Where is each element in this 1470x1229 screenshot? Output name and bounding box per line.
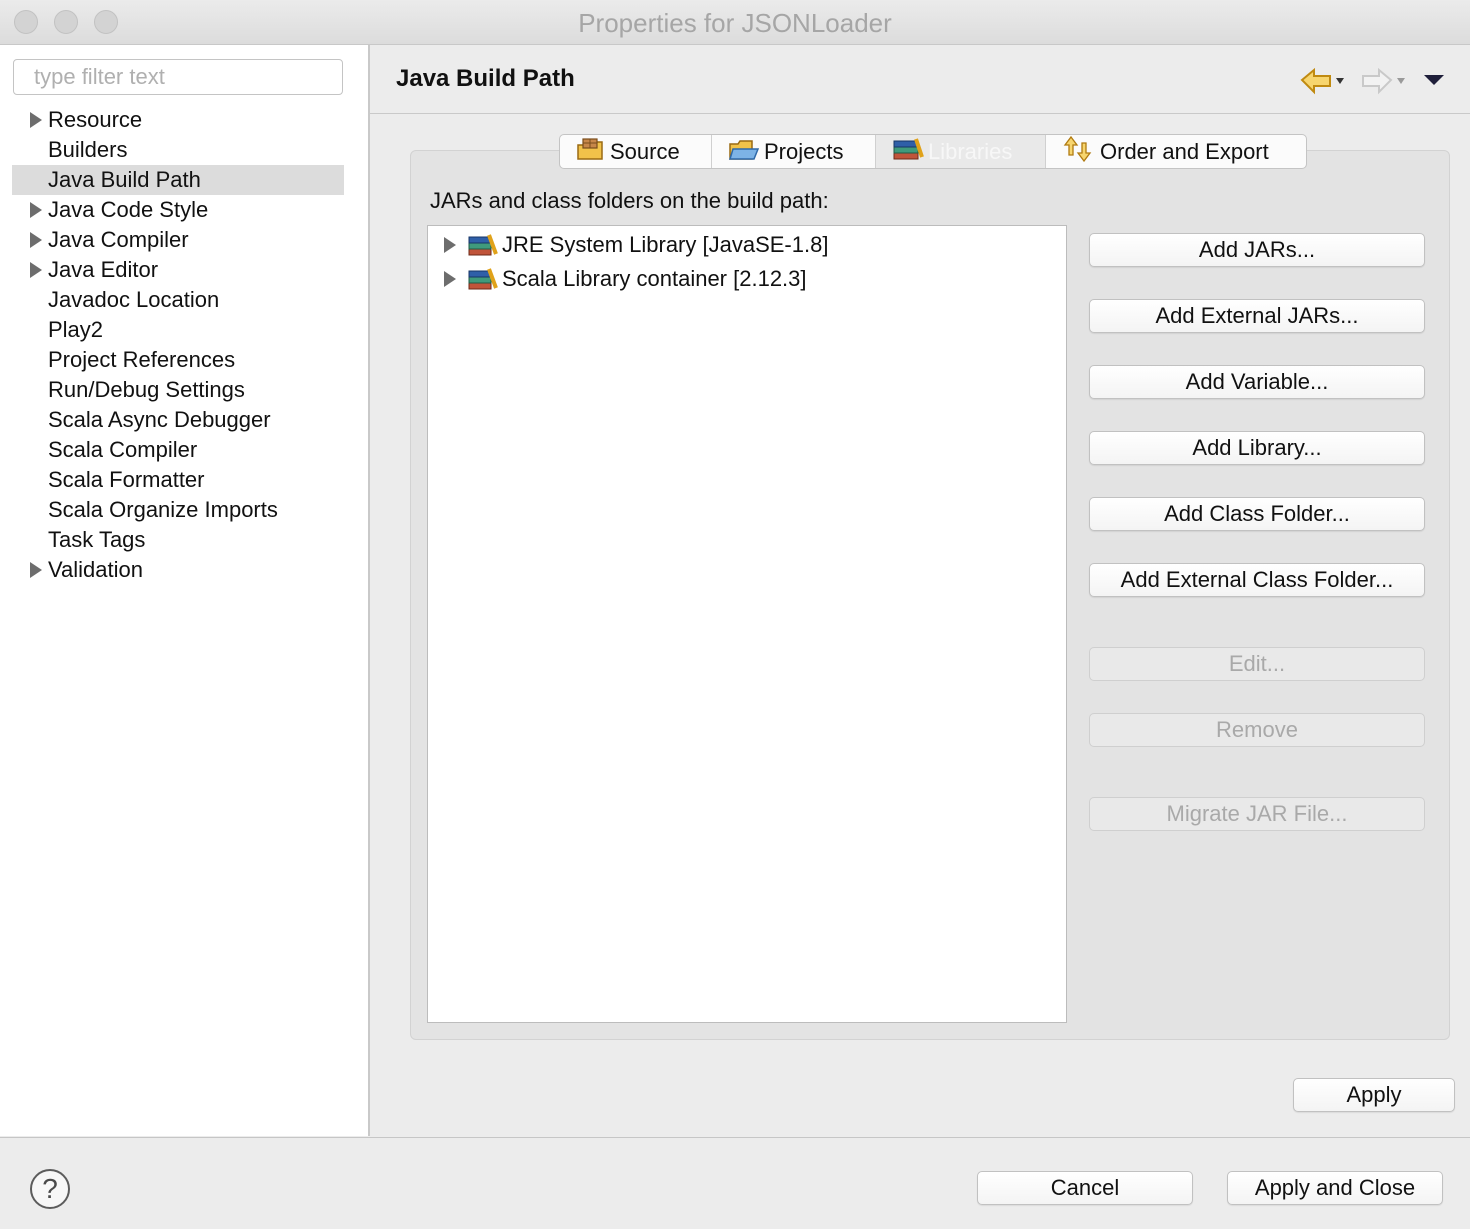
tab-projects[interactable]: Projects [712, 135, 876, 168]
tree-item-resource[interactable]: Resource [12, 105, 344, 135]
source-folder-icon [576, 137, 606, 167]
tree-item-scala-async-debugger[interactable]: Scala Async Debugger [12, 405, 344, 435]
filter-input[interactable]: type filter text [13, 59, 343, 95]
add-variable-button[interactable]: Add Variable... [1089, 365, 1425, 399]
expand-arrow-icon[interactable] [444, 271, 456, 287]
add-library-button[interactable]: Add Library... [1089, 431, 1425, 465]
tree-item-scala-organize-imports[interactable]: Scala Organize Imports [12, 495, 344, 525]
migrate-jar-button[interactable]: Migrate JAR File... [1089, 797, 1425, 831]
forward-arrow-icon[interactable] [1362, 67, 1393, 95]
tab-order-and-export[interactable]: Order and Export [1046, 135, 1306, 168]
tree-item-java-editor[interactable]: Java Editor [12, 255, 344, 285]
tree-item-label: Java Editor [48, 257, 159, 282]
page-title: Java Build Path [396, 65, 575, 92]
tab-libraries[interactable]: Libraries [876, 135, 1046, 168]
tree-item-label: Scala Async Debugger [48, 407, 271, 432]
add-external-class-folder-button[interactable]: Add External Class Folder... [1089, 563, 1425, 597]
header-separator [370, 113, 1470, 114]
tree-item-javadoc-location[interactable]: Javadoc Location [12, 285, 344, 315]
tab-projects-label: Projects [764, 138, 844, 164]
library-icon [892, 137, 924, 167]
tree-item-run-debug-settings[interactable]: Run/Debug Settings [12, 375, 344, 405]
forward-dropdown-icon[interactable] [1397, 78, 1405, 84]
add-class-folder-button[interactable]: Add Class Folder... [1089, 497, 1425, 531]
tree-item-play2[interactable]: Play2 [12, 315, 344, 345]
apply-button[interactable]: Apply [1293, 1078, 1455, 1112]
libraries-section-label: JARs and class folders on the build path… [430, 188, 829, 213]
list-item[interactable]: Scala Library container [2.12.3] [428, 262, 1066, 296]
tab-source[interactable]: Source [560, 135, 712, 168]
back-dropdown-icon[interactable] [1336, 78, 1344, 84]
expand-arrow-icon[interactable] [30, 112, 42, 128]
tree-item-validation[interactable]: Validation [12, 555, 344, 585]
tree-item-label: Java Compiler [48, 227, 189, 252]
tree-item-label: Validation [48, 557, 143, 582]
tree-item-java-compiler[interactable]: Java Compiler [12, 225, 344, 255]
expand-arrow-icon[interactable] [30, 262, 42, 278]
window-title: Properties for JSONLoader [578, 8, 892, 38]
library-entry-label: Scala Library container [2.12.3] [502, 266, 807, 291]
dialog-button-bar: ? Cancel Apply and Close [0, 1137, 1470, 1229]
page-navigation [1300, 67, 1446, 97]
view-menu-icon[interactable] [1424, 75, 1444, 85]
tree-item-label: Scala Compiler [48, 437, 198, 462]
tree-item-label: Resource [48, 107, 143, 132]
projects-folder-icon [728, 137, 760, 167]
add-jars-button[interactable]: Add JARs... [1089, 233, 1425, 267]
order-export-icon [1062, 135, 1096, 168]
help-icon[interactable]: ? [30, 1169, 70, 1209]
cancel-button[interactable]: Cancel [977, 1171, 1193, 1205]
tab-source-label: Source [610, 138, 680, 164]
tree-item-java-code-style[interactable]: Java Code Style [12, 195, 344, 225]
list-item[interactable]: JRE System Library [JavaSE-1.8] [428, 228, 1066, 262]
add-external-jars-button[interactable]: Add External JARs... [1089, 299, 1425, 333]
expand-arrow-icon[interactable] [30, 232, 42, 248]
title-bar: Properties for JSONLoader [0, 0, 1470, 45]
tree-item-builders[interactable]: Builders [12, 135, 344, 165]
library-entry-label: JRE System Library [JavaSE-1.8] [502, 232, 829, 257]
tree-item-label: Project References [48, 347, 236, 372]
tree-item-scala-formatter[interactable]: Scala Formatter [12, 465, 344, 495]
tree-item-label: Play2 [48, 317, 104, 342]
tree-item-label: Java Code Style [48, 197, 209, 222]
properties-page: Java Build Path Source Projects Librarie… [370, 45, 1470, 1136]
tree-item-label: Builders [48, 137, 128, 162]
tree-item-label: Scala Organize Imports [48, 497, 278, 522]
remove-button[interactable]: Remove [1089, 713, 1425, 747]
tree-item-label: Javadoc Location [48, 287, 220, 312]
tree-item-scala-compiler[interactable]: Scala Compiler [12, 435, 344, 465]
edit-button[interactable]: Edit... [1089, 647, 1425, 681]
library-icon [468, 267, 498, 301]
expand-arrow-icon[interactable] [444, 237, 456, 253]
tree-item-label: Run/Debug Settings [48, 377, 245, 402]
tab-order-and-export-label: Order and Export [1100, 138, 1269, 164]
back-arrow-icon[interactable] [1300, 67, 1331, 95]
tree-item-project-references[interactable]: Project References [12, 345, 344, 375]
tree-item-label: Scala Formatter [48, 467, 205, 492]
apply-and-close-button[interactable]: Apply and Close [1227, 1171, 1443, 1205]
category-tree: Resource Builders Java Build Path Java Code… [12, 105, 344, 585]
tab-libraries-label: Libraries [928, 138, 1013, 164]
tree-item-label: Task Tags [48, 527, 146, 552]
tab-bar: Source Projects Libraries Order and Expo… [559, 134, 1307, 169]
expand-arrow-icon[interactable] [30, 562, 42, 578]
libraries-list[interactable]: JRE System Library [JavaSE-1.8] Scala Li… [427, 225, 1067, 1023]
expand-arrow-icon[interactable] [30, 202, 42, 218]
tree-item-task-tags[interactable]: Task Tags [12, 525, 344, 555]
tree-item-label: Java Build Path [48, 167, 201, 192]
tree-item-java-build-path[interactable]: Java Build Path [12, 165, 344, 195]
category-pane: type filter text Resource Builders Java Bu… [0, 45, 370, 1136]
